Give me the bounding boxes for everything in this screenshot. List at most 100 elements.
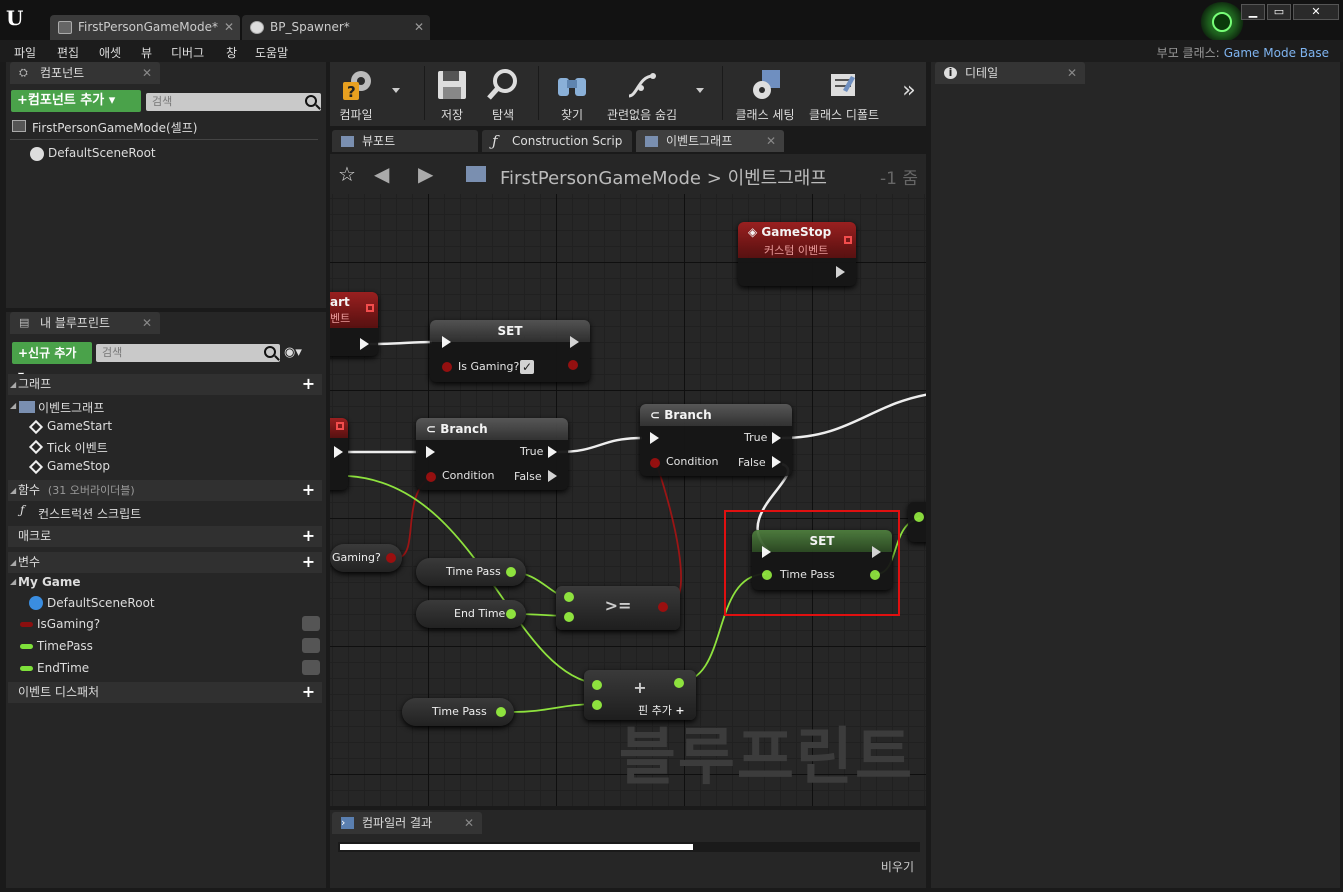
toolbar-overflow-button[interactable]: »	[898, 62, 920, 124]
close-tab-icon[interactable]: ✕	[414, 15, 424, 40]
exec-out-pin[interactable]	[836, 266, 845, 278]
true-exec-pin[interactable]	[548, 446, 557, 458]
branch-node-1[interactable]: ⊂ Branch True Condition False	[416, 418, 568, 490]
my-blueprint-tab[interactable]: ▤ 내 블루프린트 ✕	[10, 312, 160, 334]
component-root[interactable]: FirstPersonGameMode(셀프)	[32, 119, 197, 136]
functions-section[interactable]: ◢ 함수 (31 오버라이더블) +	[8, 480, 322, 501]
close-tab-icon[interactable]: ✕	[142, 312, 152, 334]
float-out-pin[interactable]	[674, 678, 684, 688]
menu-edit[interactable]: 편집	[57, 44, 79, 61]
compile-options-arrow-icon[interactable]	[392, 88, 400, 93]
variable-visibility-icon[interactable]	[302, 638, 320, 653]
graph-item-event-graph[interactable]: 이벤트그래프	[38, 399, 104, 416]
variable-item-default-scene-root[interactable]: DefaultSceneRoot	[47, 596, 155, 610]
class-defaults-button[interactable]: 클래스 디폴트	[806, 62, 882, 124]
close-tab-icon[interactable]: ✕	[142, 62, 152, 84]
add-variable-button[interactable]: +	[301, 554, 316, 570]
macros-section[interactable]: 매크로 +	[8, 526, 322, 547]
end-time-getter-node[interactable]: End Time	[416, 600, 526, 628]
parent-class-link[interactable]: Game Mode Base	[1224, 46, 1329, 60]
close-tab-icon[interactable]: ✕	[1067, 62, 1077, 84]
exec-out-pin[interactable]	[360, 338, 369, 350]
float-in-pin[interactable]	[914, 512, 924, 522]
details-tab[interactable]: i 디테일 ✕	[935, 62, 1085, 84]
float-in-pin-b[interactable]	[564, 612, 574, 622]
close-tab-icon[interactable]: ✕	[464, 812, 474, 834]
tab-firstpersongamemode[interactable]: FirstPersonGameMode* ✕	[50, 15, 240, 40]
float-in-pin-a[interactable]	[564, 592, 574, 602]
add-pin-button[interactable]: 핀 추가 +	[638, 702, 685, 718]
menu-asset[interactable]: 애셋	[99, 44, 121, 61]
add-component-button[interactable]: +컴포넌트 추가 ▾	[11, 90, 141, 112]
graphs-section[interactable]: ◢ 그래프 +	[8, 374, 322, 395]
is-gaming-getter-node[interactable]: Gaming?	[330, 544, 402, 572]
gamestop-event-node[interactable]: ◈ GameStop 커스텀 이벤트	[738, 222, 856, 286]
close-tab-icon[interactable]: ✕	[766, 130, 776, 152]
browse-button[interactable]: 탐색	[478, 62, 528, 124]
event-dispatchers-section[interactable]: 이벤트 디스패처 +	[8, 682, 322, 703]
float-out-pin[interactable]	[496, 707, 506, 717]
add-function-button[interactable]: +	[301, 482, 316, 498]
float-out-pin[interactable]	[506, 609, 516, 619]
blueprint-search-input[interactable]: 검색	[96, 344, 280, 362]
menu-window[interactable]: 창	[226, 44, 237, 61]
tab-viewport[interactable]: 뷰포트	[332, 130, 478, 152]
condition-pin[interactable]	[650, 458, 660, 468]
bool-out-pin[interactable]	[658, 602, 668, 612]
float-in-pin-a[interactable]	[592, 680, 602, 690]
true-exec-pin[interactable]	[772, 432, 781, 444]
menu-debug[interactable]: 디버그	[171, 44, 204, 61]
menu-view[interactable]: 뷰	[141, 44, 152, 61]
variable-category[interactable]: My Game	[18, 575, 81, 589]
component-search-input[interactable]: 검색	[146, 93, 321, 111]
back-arrow-icon[interactable]: ◀	[374, 162, 389, 186]
bool-out-pin[interactable]	[568, 360, 578, 370]
event-item-gamestart[interactable]: GameStart	[47, 419, 112, 433]
exec-out-pin[interactable]	[570, 336, 579, 348]
compiler-results-tab[interactable]: › 컴파일러 결과 ✕	[332, 812, 482, 834]
tab-bp-spawner[interactable]: BP_Spawner* ✕	[242, 15, 430, 40]
menu-file[interactable]: 파일	[14, 44, 36, 61]
add-dispatcher-button[interactable]: +	[301, 684, 316, 700]
add-new-button[interactable]: +신규 추가 ▾	[12, 342, 92, 382]
close-window-button[interactable]: ✕	[1293, 4, 1339, 20]
variables-section[interactable]: ◢ 변수 +	[8, 552, 322, 573]
exec-in-pin[interactable]	[650, 432, 659, 444]
condition-pin[interactable]	[426, 472, 436, 482]
save-button[interactable]: 저장	[430, 62, 474, 124]
exec-in-pin[interactable]	[442, 336, 451, 348]
forward-arrow-icon[interactable]: ▶	[418, 162, 433, 186]
breadcrumb-blueprint[interactable]: FirstPersonGameMode	[500, 168, 701, 189]
branch-node-2[interactable]: ⊂ Branch True Condition False	[640, 404, 792, 476]
exec-out-pin[interactable]	[334, 446, 343, 458]
add-node[interactable]: + 핀 추가 +	[584, 670, 696, 720]
set-is-gaming-node[interactable]: SET Is Gaming? ✓	[430, 320, 590, 382]
compile-button[interactable]: ? 컴파일	[330, 62, 382, 124]
source-control-badge-icon[interactable]	[1200, 2, 1244, 42]
gamestart-event-node[interactable]: art 벤트	[330, 292, 378, 356]
add-macro-button[interactable]: +	[301, 528, 316, 544]
greater-equal-node[interactable]: >=	[556, 586, 680, 630]
bool-out-pin[interactable]	[386, 553, 396, 563]
delegate-pin[interactable]	[336, 422, 344, 430]
add-graph-button[interactable]: +	[301, 376, 316, 392]
favorite-star-icon[interactable]: ☆	[338, 162, 356, 186]
component-default-scene-root[interactable]: DefaultSceneRoot	[48, 146, 156, 160]
delegate-pin[interactable]	[844, 236, 852, 244]
partial-node-right[interactable]	[908, 502, 926, 542]
variable-item-isgaming[interactable]: IsGaming?	[37, 617, 100, 631]
checkbox[interactable]: ✓	[520, 360, 534, 374]
float-in-pin-b[interactable]	[592, 700, 602, 710]
false-exec-pin[interactable]	[772, 456, 781, 468]
clear-button[interactable]: 비우기	[881, 858, 914, 875]
partial-node[interactable]	[330, 418, 348, 490]
delegate-pin[interactable]	[366, 304, 374, 312]
event-item-gamestop[interactable]: GameStop	[47, 459, 110, 473]
components-tab[interactable]: ⛭ 컴포넌트 ✕	[10, 62, 160, 84]
breadcrumb-graph[interactable]: 이벤트그래프	[728, 168, 827, 189]
event-item-tick[interactable]: Tick 이벤트	[47, 439, 108, 456]
variable-visibility-icon[interactable]	[302, 660, 320, 675]
float-out-pin[interactable]	[506, 567, 516, 577]
find-button[interactable]: 찾기	[550, 62, 594, 124]
false-exec-pin[interactable]	[548, 470, 557, 482]
